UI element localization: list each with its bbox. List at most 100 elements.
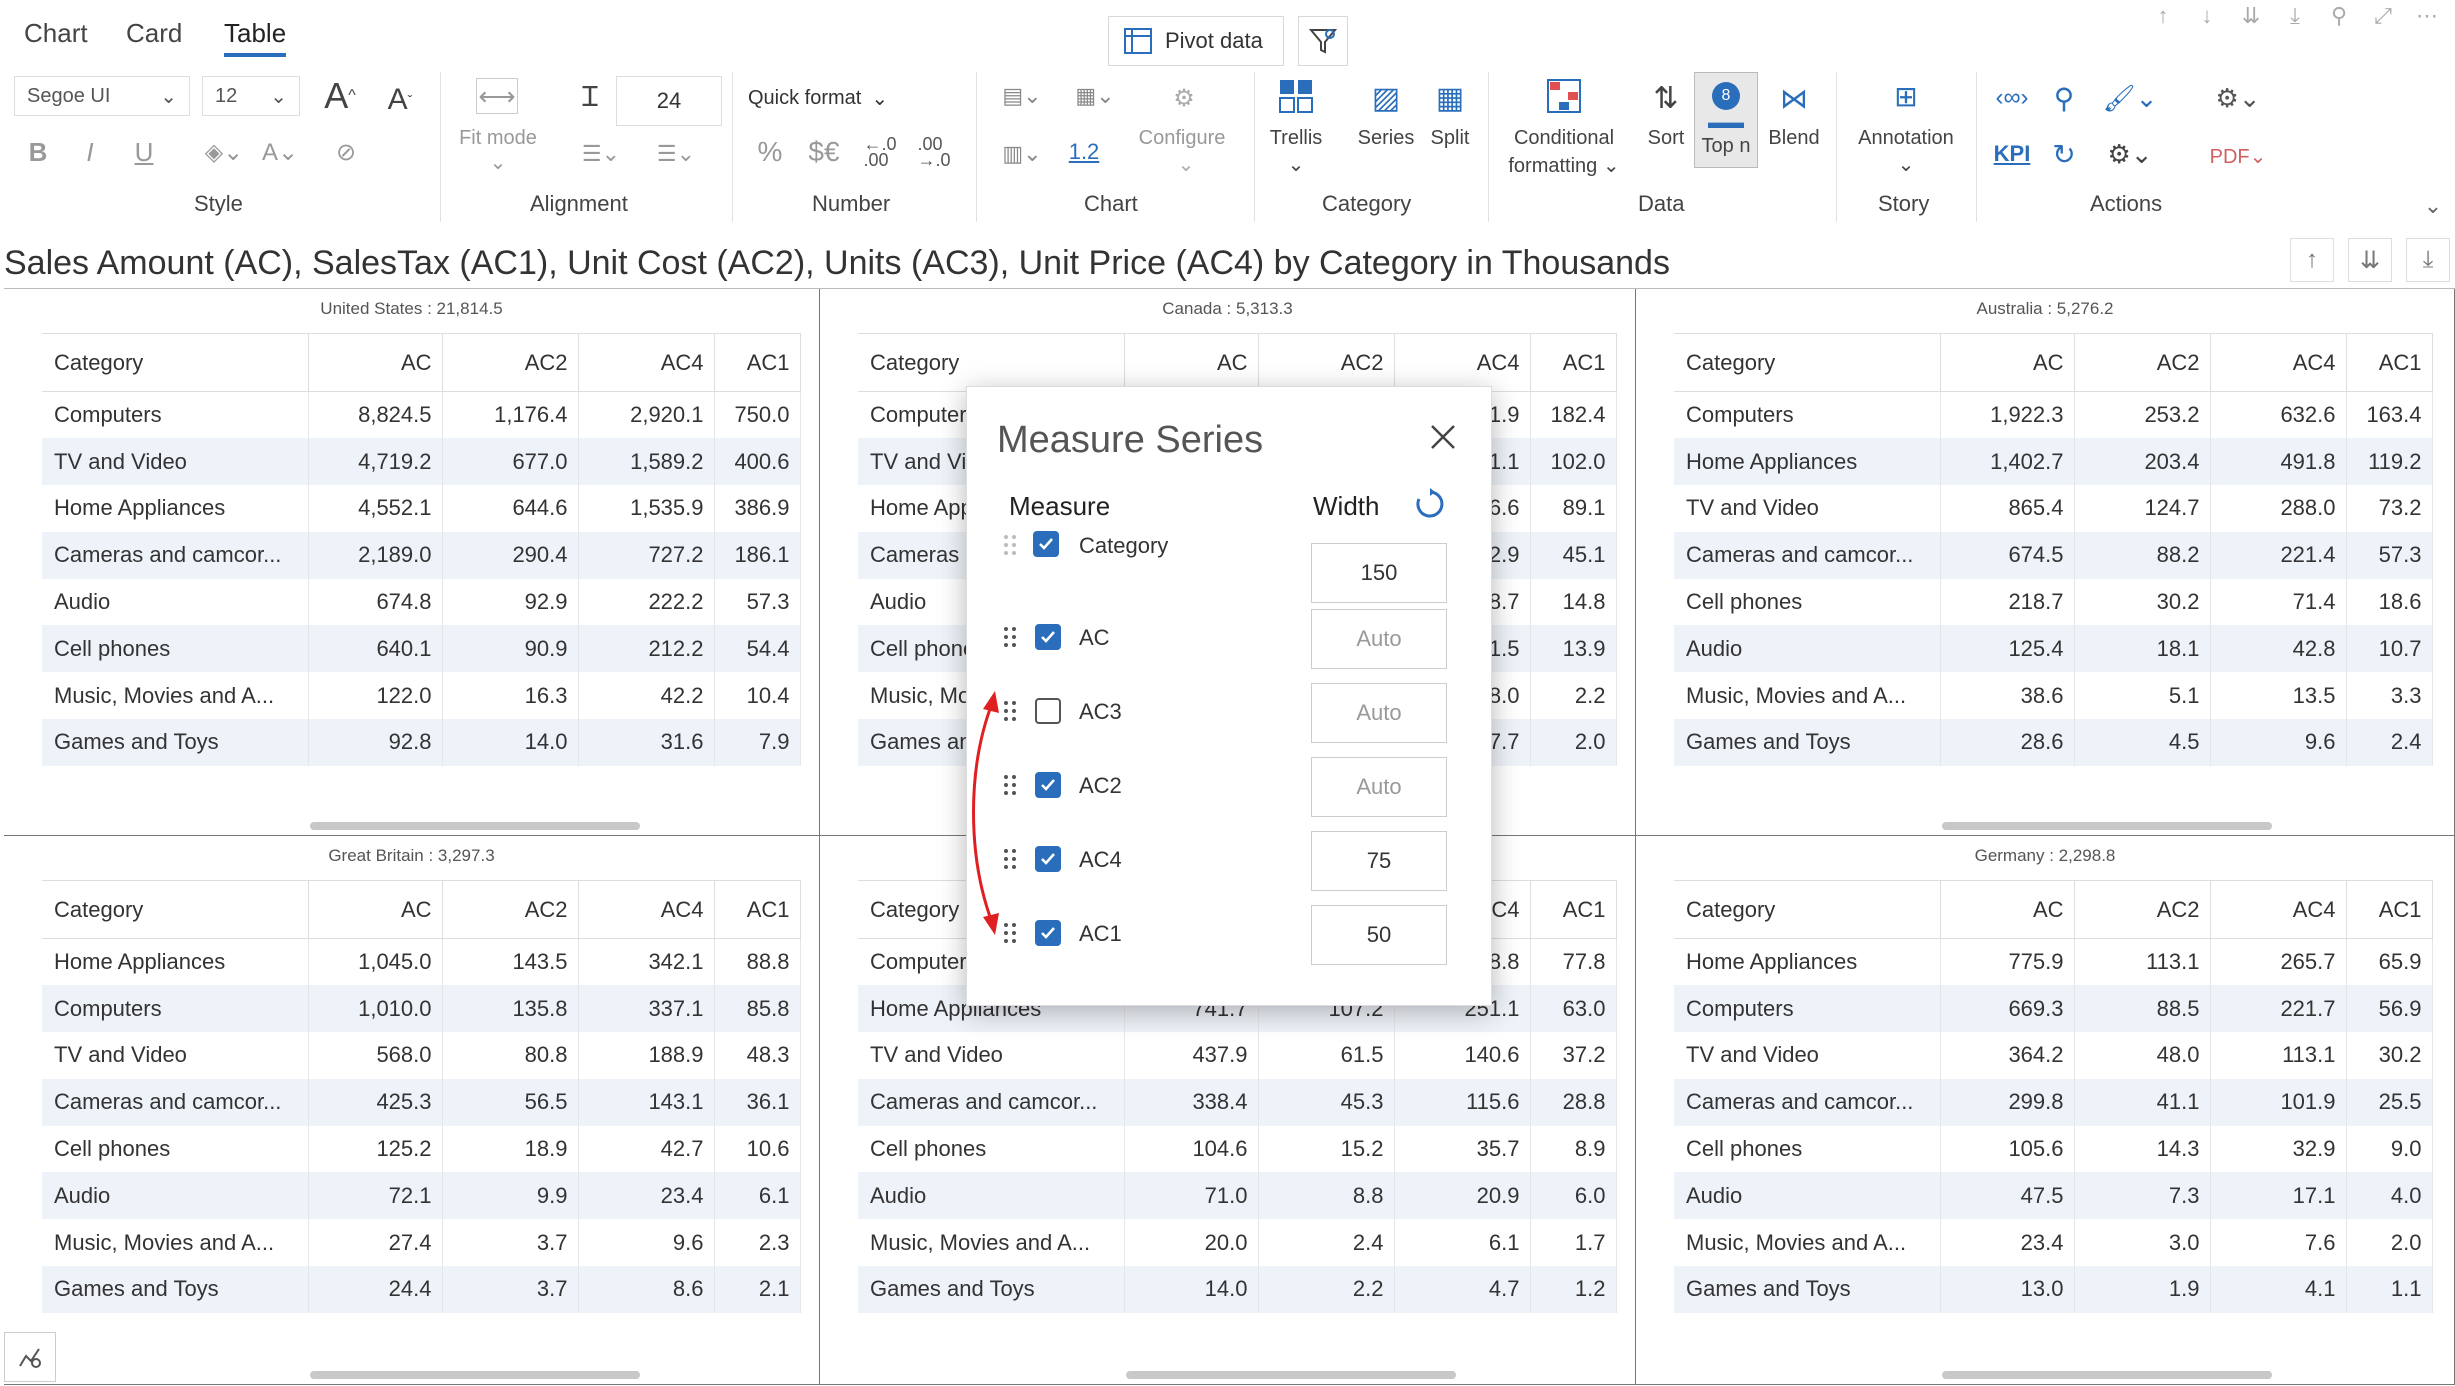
table-row[interactable]: Music, Movies and A... 38.6 5.1 13.5 3.3 [1674,672,2433,720]
pivot-data-button[interactable]: Pivot data [1108,16,1284,66]
table-row[interactable]: TV and Video 865.4 124.7 288.0 73.2 [1674,485,2433,532]
filter-icon[interactable]: ⚲ [2325,2,2353,30]
table-row[interactable]: Games and Toys 13.0 1.9 4.1 1.1 [1674,1266,2433,1313]
split-icon[interactable]: ▦ [1430,78,1470,118]
table-row[interactable]: Music, Movies and A... 27.4 3.7 9.6 2.3 [42,1219,801,1267]
horizontal-scrollbar[interactable] [1942,1371,2272,1379]
column-header[interactable]: AC1 [2346,880,2433,939]
table-row[interactable]: TV and Video 4,719.2 677.0 1,589.2 400.6 [42,438,801,486]
table-row[interactable]: TV and Video 437.9 61.5 140.6 37.2 [858,1032,1617,1079]
kpi-button[interactable]: KPI [1992,136,2032,172]
conditional-formatting-icon[interactable] [1544,76,1584,116]
table-row[interactable]: Computers 1,010.0 135.8 337.1 85.8 [42,985,801,1033]
column-header[interactable]: AC2 [442,880,579,939]
table-row[interactable]: Audio 125.4 18.1 42.8 10.7 [1674,625,2433,673]
font-size-select[interactable]: 12 ⌄ [202,76,300,116]
arrow-down-icon[interactable]: ↓ [2193,2,2221,30]
row-height-input[interactable]: 24 [616,76,722,126]
table-row[interactable]: Games and Toys 14.0 2.2 4.7 1.2 [858,1266,1617,1313]
column-header[interactable]: Category [42,333,309,392]
table-row[interactable]: Games and Toys 92.8 14.0 31.6 7.9 [42,719,801,766]
table-row[interactable]: Music, Movies and A... 23.4 3.0 7.6 2.0 [1674,1219,2433,1267]
tab-chart[interactable]: Chart [24,18,88,49]
table-row[interactable]: Audio 674.8 92.9 222.2 57.3 [42,578,801,626]
table-row[interactable]: Home Appliances 1,402.7 203.4 491.8 119.2 [1674,438,2433,486]
column-header[interactable]: AC2 [1258,333,1395,392]
trellis-label[interactable]: Trellis [1256,124,1336,152]
column-header[interactable]: AC1 [714,880,801,939]
font-family-select[interactable]: Segoe UI ⌄ [14,76,190,116]
filter-settings-button[interactable] [1298,16,1348,66]
underline-icon[interactable]: U [128,134,160,170]
increase-decimal-icon[interactable]: ←.0.00 [860,132,900,172]
table-row[interactable]: Cameras and camcor... 338.4 45.3 115.6 28.8 [858,1078,1617,1126]
double-arrow-down-icon[interactable]: ⇊ [2237,2,2265,30]
table-row[interactable]: Computers 669.3 88.5 221.7 56.9 [1674,985,2433,1033]
table-layout-icon[interactable]: ▥⌄ [992,136,1052,172]
decrease-decimal-icon[interactable]: .00 →.0 [914,132,954,172]
table-row[interactable]: Cell phones 640.1 90.9 212.2 54.4 [42,625,801,673]
column-header[interactable]: Category [858,333,1125,392]
table-row[interactable]: Music, Movies and A... 20.0 2.4 6.1 1.7 [858,1219,1617,1267]
horizontal-scrollbar[interactable] [1126,1371,1456,1379]
column-header[interactable]: AC1 [2346,333,2433,392]
column-header[interactable]: AC2 [2074,880,2211,939]
expand-icon[interactable]: ⤢ [2369,2,2397,30]
table-row[interactable]: TV and Video 568.0 80.8 188.9 48.3 [42,1032,801,1079]
horizontal-scrollbar[interactable] [310,822,640,830]
column-header[interactable]: AC4 [2210,880,2347,939]
percent-format-icon[interactable]: % [752,132,788,172]
table-row[interactable]: Home Appliances 4,552.1 644.6 1,535.9 386.9 [42,485,801,532]
table-row[interactable]: Audio 47.5 7.3 17.1 4.0 [1674,1172,2433,1220]
currency-format-icon[interactable]: $€ [800,132,848,172]
annotation-icon[interactable]: ⊞ [1886,76,1926,116]
table-row[interactable]: Cameras and camcor... 2,189.0 290.4 727.2 18… [42,531,801,579]
search-icon[interactable]: ⚲ [2044,78,2084,118]
vertical-align-icon[interactable]: ☰⌄ [640,136,712,172]
table-row[interactable]: Music, Movies and A... 122.0 16.3 42.2 10.4 [42,672,801,720]
format-painter-icon[interactable]: 🖌⌄ [2094,78,2166,118]
refresh-icon[interactable]: ↻ [2044,136,2084,172]
arrow-up-icon[interactable]: ↑ [2149,2,2177,30]
column-header[interactable]: Category [1674,880,1941,939]
chart-layout-icon[interactable]: ▦⌄ [1062,78,1128,114]
italic-icon[interactable]: I [74,134,106,170]
table-row[interactable]: Computers 1,922.3 253.2 632.6 163.4 [1674,391,2433,439]
fit-mode-label[interactable]: Fit mode [448,124,548,152]
table-row[interactable]: Cameras and camcor... 425.3 56.5 143.1 36.1 [42,1078,801,1126]
column-header[interactable]: AC [1940,333,2075,392]
table-row[interactable]: Games and Toys 28.6 4.5 9.6 2.4 [1674,719,2433,766]
drill-down-all-icon[interactable]: ⇊ [2348,238,2392,282]
settings-gear-icon[interactable]: ⚙⌄ [2094,136,2166,172]
font-color-icon[interactable]: A⌄ [256,134,304,170]
horizontal-scrollbar[interactable] [310,1371,640,1379]
configure-label[interactable]: Configure [1132,124,1232,152]
export-settings-icon[interactable]: ⚙⌄ [2198,78,2278,118]
table-row[interactable]: Home Appliances 775.9 113.1 265.7 65.9 [1674,938,2433,986]
table-row[interactable]: Cameras and camcor... 674.5 88.2 221.4 57.3 [1674,531,2433,579]
expand-hierarchy-icon[interactable]: ⤓ [2406,238,2450,282]
increase-font-icon[interactable]: A ^ [318,74,362,118]
blend-icon[interactable]: ⋈ [1774,78,1814,118]
table-row[interactable]: Computers 8,824.5 1,176.4 2,920.1 750.0 [42,391,801,439]
series-icon[interactable]: ▨ [1366,78,1406,118]
tab-card[interactable]: Card [126,18,182,49]
bold-icon[interactable]: B [22,134,54,170]
drill-down-icon[interactable]: ⤓ [2281,2,2309,30]
configure-icon[interactable]: ⚙ [1164,80,1204,116]
table-row[interactable]: Cell phones 218.7 30.2 71.4 18.6 [1674,578,2433,626]
column-header[interactable]: AC4 [578,333,715,392]
hide-icon[interactable]: ⊘ [326,134,366,170]
table-row[interactable]: Cell phones 125.2 18.9 42.7 10.6 [42,1125,801,1173]
chart-settings-icon[interactable] [4,1332,56,1382]
column-header[interactable]: AC [1124,333,1259,392]
tab-table[interactable]: Table [224,18,287,57]
fill-color-icon[interactable]: ◈⌄ [200,134,248,170]
ribbon-collapse-icon[interactable]: ⌄ [2418,192,2448,220]
column-header[interactable]: AC [308,880,443,939]
table-row[interactable]: Cameras and camcor... 299.8 41.1 101.9 25.5 [1674,1078,2433,1126]
table-row[interactable]: Home Appliances 1,045.0 143.5 342.1 88.8 [42,938,801,986]
table-row[interactable]: Audio 72.1 9.9 23.4 6.1 [42,1172,801,1220]
column-header[interactable]: AC4 [2210,333,2347,392]
fit-mode-icon[interactable]: ⟷ [476,78,518,114]
